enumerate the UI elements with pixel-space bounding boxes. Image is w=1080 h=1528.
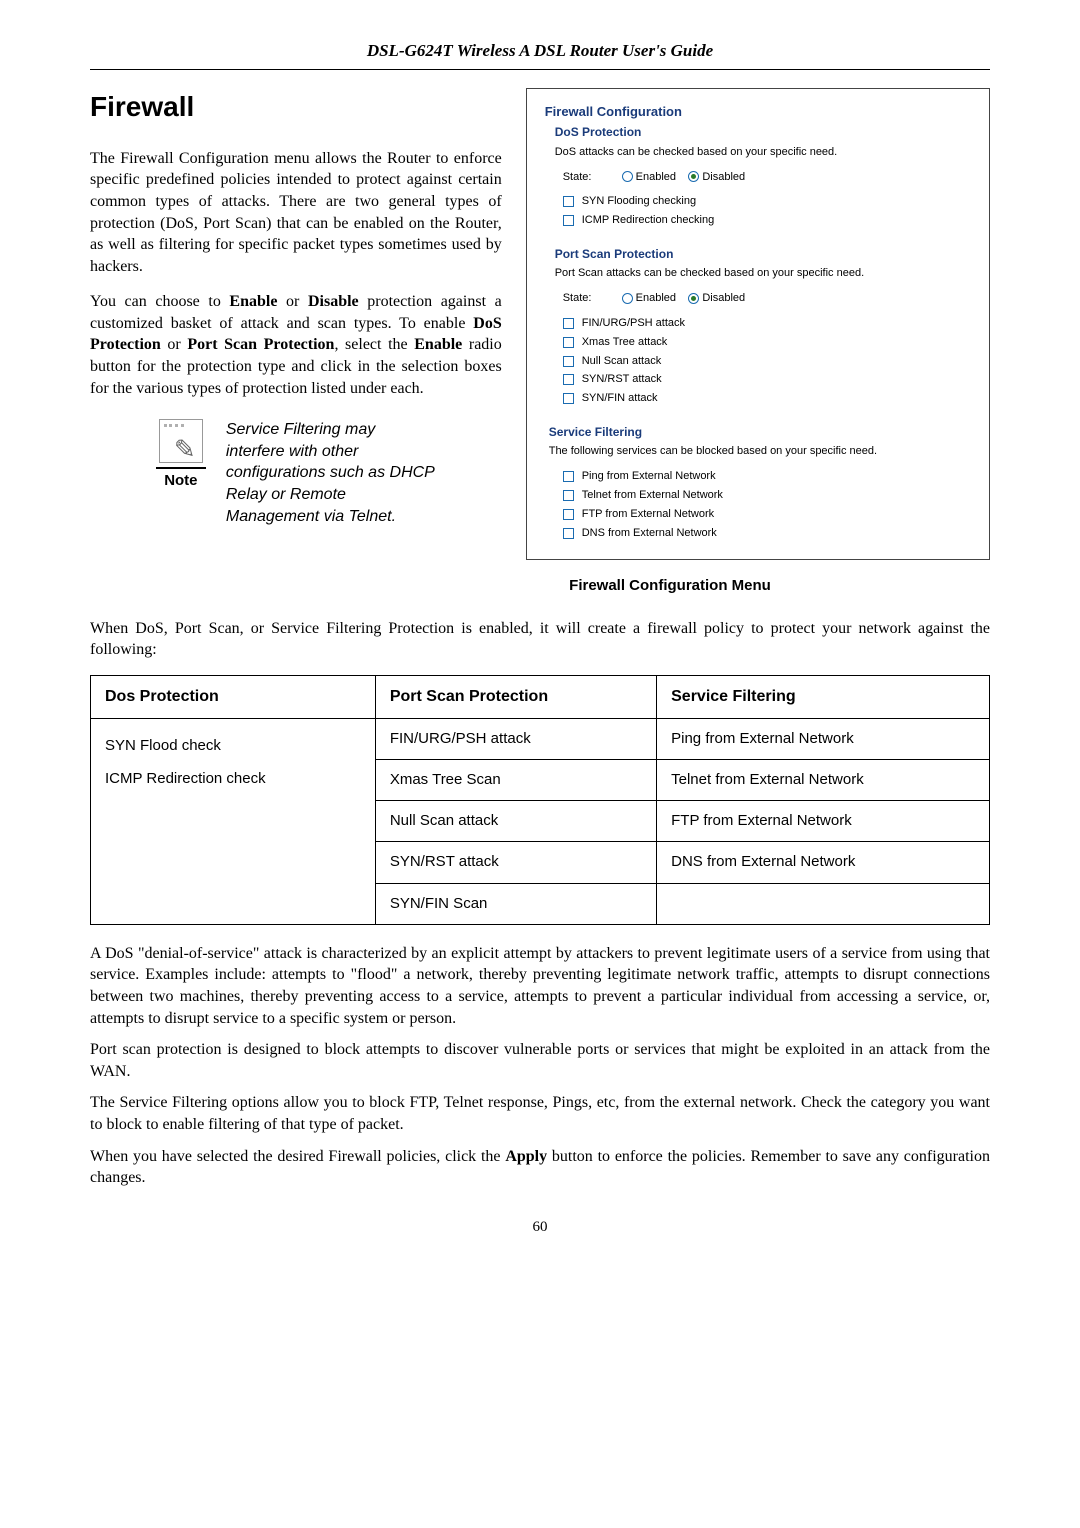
dos-item-label: ICMP Redirection checking — [582, 213, 714, 228]
header-service: Service Filtering — [657, 675, 990, 718]
service-cell: Telnet from External Network — [657, 759, 990, 800]
header-portscan: Port Scan Protection — [375, 675, 656, 718]
dos-enabled-radio[interactable] — [622, 171, 633, 182]
body-paragraph-6: The Service Filtering options allow you … — [90, 1092, 990, 1135]
portscan-state-row: State: Enabled Disabled — [563, 291, 971, 306]
service-item-label: Ping from External Network — [582, 469, 716, 484]
portscan-title: Port Scan Protection — [555, 246, 971, 262]
portscan-item-label: Null Scan attack — [582, 354, 661, 369]
table-row: SYN Flood check ICMP Redirection check F… — [91, 718, 990, 759]
body-paragraph-5: Port scan protection is designed to bloc… — [90, 1039, 990, 1082]
telnet-external-checkbox[interactable] — [563, 490, 574, 501]
portscan-cell: Null Scan attack — [375, 801, 656, 842]
portscan-item: SYN/FIN attack — [563, 391, 971, 406]
dos-description: DoS attacks can be checked based on your… — [555, 145, 971, 160]
service-filtering-title: Service Filtering — [549, 424, 971, 440]
page-title: Firewall — [90, 88, 502, 126]
service-cell: Ping from External Network — [657, 718, 990, 759]
portscan-item-label: Xmas Tree attack — [582, 335, 668, 350]
service-item-label: DNS from External Network — [582, 526, 717, 541]
portscan-item-label: SYN/FIN attack — [582, 391, 658, 406]
xmas-tree-checkbox[interactable] — [563, 337, 574, 348]
intro-paragraph-2: You can choose to Enable or Disable prot… — [90, 291, 502, 399]
service-item-label: Telnet from External Network — [582, 488, 723, 503]
body-paragraph-4: A DoS "denial-of-service" attack is char… — [90, 943, 990, 1029]
portscan-enabled-label: Enabled — [636, 292, 676, 304]
ping-external-checkbox[interactable] — [563, 471, 574, 482]
service-cell — [657, 883, 990, 924]
protection-table: Dos Protection Port Scan Protection Serv… — [90, 675, 990, 925]
null-scan-checkbox[interactable] — [563, 356, 574, 367]
document-header: DSL-G624T Wireless A DSL Router User's G… — [90, 40, 990, 63]
state-label: State: — [563, 171, 592, 183]
dos-item: ICMP Redirection checking — [563, 213, 971, 228]
portscan-cell: FIN/URG/PSH attack — [375, 718, 656, 759]
dos-title: DoS Protection — [555, 124, 971, 140]
icmp-redirection-checkbox[interactable] — [563, 215, 574, 226]
header-dos: Dos Protection — [91, 675, 376, 718]
dos-enabled-label: Enabled — [636, 171, 676, 183]
note-callout: Note Service Filtering may interfere wit… — [146, 413, 446, 533]
dos-section: DoS Protection DoS attacks can be checke… — [545, 124, 971, 228]
ftp-external-checkbox[interactable] — [563, 509, 574, 520]
service-item: Ping from External Network — [563, 469, 971, 484]
portscan-item: Xmas Tree attack — [563, 335, 971, 350]
syn-fin-checkbox[interactable] — [563, 393, 574, 404]
portscan-item: FIN/URG/PSH attack — [563, 316, 971, 331]
portscan-cell: SYN/RST attack — [375, 842, 656, 883]
dos-disabled-radio[interactable] — [688, 171, 699, 182]
syn-flooding-checkbox[interactable] — [563, 196, 574, 207]
portscan-item-label: SYN/RST attack — [582, 372, 662, 387]
syn-rst-checkbox[interactable] — [563, 374, 574, 385]
fin-urg-psh-checkbox[interactable] — [563, 318, 574, 329]
portscan-cell: SYN/FIN Scan — [375, 883, 656, 924]
portscan-section: Port Scan Protection Port Scan attacks c… — [545, 246, 971, 406]
left-column: Firewall The Firewall Configuration menu… — [90, 88, 502, 533]
state-label: State: — [563, 292, 592, 304]
service-item: FTP from External Network — [563, 507, 971, 522]
service-filtering-description: The following services can be blocked ba… — [549, 444, 971, 459]
service-item: DNS from External Network — [563, 526, 971, 541]
portscan-description: Port Scan attacks can be checked based o… — [555, 266, 971, 281]
intro-paragraph-1: The Firewall Configuration menu allows t… — [90, 148, 502, 278]
portscan-cell: Xmas Tree Scan — [375, 759, 656, 800]
service-item-label: FTP from External Network — [582, 507, 714, 522]
dos-item: SYN Flooding checking — [563, 194, 971, 209]
panel-title: Firewall Configuration — [545, 103, 971, 121]
dos-cell: SYN Flood check ICMP Redirection check — [91, 718, 376, 924]
firewall-config-panel: Firewall Configuration DoS Protection Do… — [526, 88, 990, 560]
service-cell: FTP from External Network — [657, 801, 990, 842]
dos-disabled-label: Disabled — [702, 171, 745, 183]
dns-external-checkbox[interactable] — [563, 528, 574, 539]
portscan-item-label: FIN/URG/PSH attack — [582, 316, 685, 331]
portscan-item: SYN/RST attack — [563, 372, 971, 387]
note-label: Note — [156, 467, 206, 491]
figure-caption: Firewall Configuration Menu — [90, 576, 990, 596]
service-item: Telnet from External Network — [563, 488, 971, 503]
note-text: Service Filtering may interfere with oth… — [226, 419, 436, 527]
note-icon — [159, 419, 203, 463]
portscan-item: Null Scan attack — [563, 354, 971, 369]
portscan-enabled-radio[interactable] — [622, 293, 633, 304]
dos-item-label: SYN Flooding checking — [582, 194, 696, 209]
portscan-disabled-label: Disabled — [702, 292, 745, 304]
table-header-row: Dos Protection Port Scan Protection Serv… — [91, 675, 990, 718]
service-cell: DNS from External Network — [657, 842, 990, 883]
body-paragraph-3: When DoS, Port Scan, or Service Filterin… — [90, 618, 990, 661]
header-divider — [90, 69, 990, 70]
body-paragraph-7: When you have selected the desired Firew… — [90, 1146, 990, 1189]
portscan-disabled-radio[interactable] — [688, 293, 699, 304]
page-number: 60 — [90, 1217, 990, 1237]
dos-state-row: State: Enabled Disabled — [563, 170, 971, 185]
service-filtering-section: Service Filtering The following services… — [545, 424, 971, 540]
